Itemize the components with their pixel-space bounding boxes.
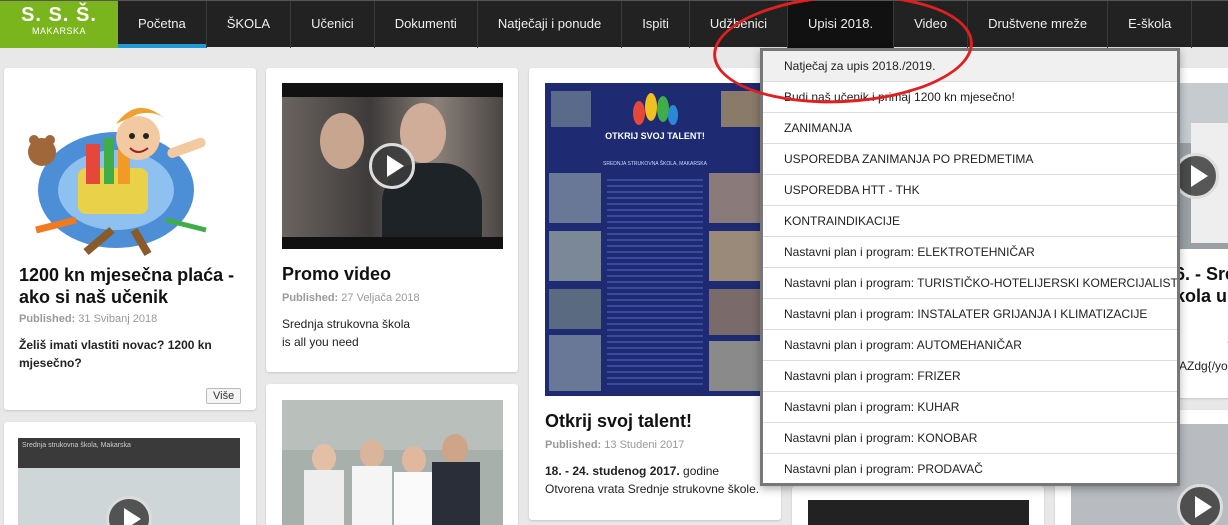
event-poster[interactable]: OTKRIJ SVOJ TALENT! SREDNJA STRUKOVNA ŠK… (545, 83, 765, 396)
article-excerpt: 18. - 24. studenog 2017. godine Otvorena… (545, 462, 759, 498)
nav-item[interactable]: Društvene mreže (968, 1, 1109, 48)
school-logo[interactable]: S. S. Š. MAKARSKA (0, 1, 118, 48)
article-excerpt: Srednja strukovna škola is all you need (282, 315, 410, 351)
article-title[interactable]: Otkrij svoj talent! (545, 410, 692, 432)
dropdown-menu-item[interactable]: ZANIMANJA (763, 113, 1177, 144)
date-value: 27 Veljača 2018 (341, 292, 420, 304)
published-label: Published: (282, 292, 339, 304)
article-card-promo[interactable]: Promo video Published: 27 Veljača 2018 S… (266, 68, 518, 372)
dropdown-menu-item[interactable]: Nastavni plan i program: TURISTIČKO-HOTE… (763, 268, 1177, 299)
cartoon-student-illustration (28, 107, 207, 257)
play-icon[interactable] (369, 143, 415, 189)
article-title[interactable]: 6. - Sre kola u (1175, 263, 1228, 307)
publish-date: Published: 27 Veljača 2018 (282, 292, 420, 304)
dropdown-menu-item[interactable]: Nastavni plan i program: KUHAR (763, 392, 1177, 423)
article-title-line[interactable]: kola u (1175, 285, 1228, 307)
article-title-line[interactable]: ako si naš učenik (19, 286, 234, 308)
dropdown-menu-item[interactable]: Budi naš učenik i primaj 1200 kn mjesečn… (763, 82, 1177, 113)
excerpt-rest: godine (679, 464, 720, 478)
nav-item[interactable]: Natječaji i ponude (478, 1, 623, 48)
article-photo[interactable] (282, 400, 503, 525)
video-thumbnail[interactable] (808, 500, 1029, 525)
video-thumbnail[interactable]: Srednja strukovna škola, Makarska (18, 438, 240, 525)
nav-item[interactable]: E-škola (1108, 1, 1193, 48)
nav-item[interactable]: Učenici (291, 1, 375, 48)
nav-item[interactable]: Dokumenti (375, 1, 478, 48)
poster-title: OTKRIJ SVOJ TALENT! (605, 131, 705, 141)
article-card-salary[interactable]: 1200 kn mjesečna plaća - ako si naš učen… (4, 68, 256, 410)
nav-menu: Početna ŠKOLA Učenici Dokumenti Natječaji i … (118, 1, 1193, 48)
excerpt-line: Srednja strukovna škola (282, 317, 411, 331)
article-title[interactable]: 1200 kn mjesečna plaća - ako si naš učen… (19, 264, 234, 308)
dropdown-menu-item[interactable]: USPOREDBA HTT - THK (763, 175, 1177, 206)
top-navigation: S. S. Š. MAKARSKA Početna ŠKOLA Učenici Dok… (0, 0, 1228, 48)
more-button[interactable]: Više (206, 388, 242, 404)
dropdown-menu-item[interactable]: KONTRAINDIKACIJE (763, 206, 1177, 237)
article-title[interactable]: Promo video (282, 263, 391, 285)
excerpt-line: 18. - 24. studenog 2017. godine (545, 462, 759, 480)
poster-flame-icon (633, 93, 678, 125)
upisi-dropdown-menu: Natječaj za upis 2018./2019. Budi naš uče… (760, 48, 1180, 486)
dropdown-menu-item[interactable]: Nastavni plan i program: FRIZER (763, 361, 1177, 392)
video-caption: Srednja strukovna škola, Makarska (22, 442, 131, 449)
nav-item[interactable]: Ispiti (622, 1, 690, 48)
video-thumbnail[interactable] (282, 83, 503, 249)
nav-item[interactable]: Udžbenici (690, 1, 789, 48)
excerpt-line: mjesečno? (19, 356, 82, 370)
nav-item[interactable]: Početna (118, 1, 207, 48)
dropdown-menu-item[interactable]: Nastavni plan i program: ELEKTROTEHNIČAR (763, 237, 1177, 268)
nav-item[interactable]: ŠKOLA (207, 1, 292, 48)
publish-date: Published: 13 Studeni 2017 (545, 439, 684, 451)
nav-item[interactable]: Upisi 2018. (788, 1, 895, 48)
excerpt-line: Otvorena vrata Srednje strukovne škole. (545, 482, 760, 496)
logo-subtitle: MAKARSKA (31, 26, 86, 36)
article-card-photo[interactable] (266, 384, 518, 525)
article-excerpt: AZdg{/yo (1179, 359, 1228, 373)
date-value: 13 Studeni 2017 (604, 439, 685, 451)
article-title-line[interactable]: 1200 kn mjesečna plaća - (19, 264, 234, 286)
published-label: Published: (545, 439, 602, 451)
article-card-talent[interactable]: OTKRIJ SVOJ TALENT! SREDNJA STRUKOVNA ŠK… (529, 68, 781, 520)
play-icon[interactable] (1177, 484, 1223, 525)
dropdown-menu-item[interactable]: Nastavni plan i program: INSTALATER GRIJ… (763, 299, 1177, 330)
dropdown-menu-item[interactable]: Natječaj za upis 2018./2019. (763, 51, 1177, 82)
poster-subtitle: SREDNJA STRUKOVNA ŠKOLA, MAKARSKA (603, 161, 707, 167)
excerpt-line: Želiš imati vlastiti novac? 1200 kn (19, 338, 212, 352)
dropdown-menu-item[interactable]: Nastavni plan i program: AUTOMEHANIČAR (763, 330, 1177, 361)
dropdown-menu-item[interactable]: Nastavni plan i program: PRODAVAČ (763, 454, 1177, 483)
publish-date: Published: 31 Svibanj 2018 (19, 313, 157, 325)
video-card[interactable]: Srednja strukovna škola, Makarska (4, 422, 256, 525)
dropdown-menu-item[interactable]: USPOREDBA ZANIMANJA PO PREDMETIMA (763, 144, 1177, 175)
date-value: 31 Svibanj 2018 (78, 313, 158, 325)
article-card-partial[interactable] (792, 486, 1044, 525)
dropdown-menu-item[interactable]: Nastavni plan i program: KONOBAR (763, 423, 1177, 454)
article-excerpt: Želiš imati vlastiti novac? 1200 kn mjes… (19, 336, 212, 372)
excerpt-bold: 18. - 24. studenog 2017. (545, 464, 680, 478)
nav-item[interactable]: Video (894, 1, 969, 48)
article-title-line[interactable]: 6. - Sre (1175, 263, 1228, 285)
logo-text: S. S. Š. (21, 4, 97, 26)
published-label: Published: (19, 313, 76, 325)
excerpt-line: is all you need (282, 335, 359, 349)
